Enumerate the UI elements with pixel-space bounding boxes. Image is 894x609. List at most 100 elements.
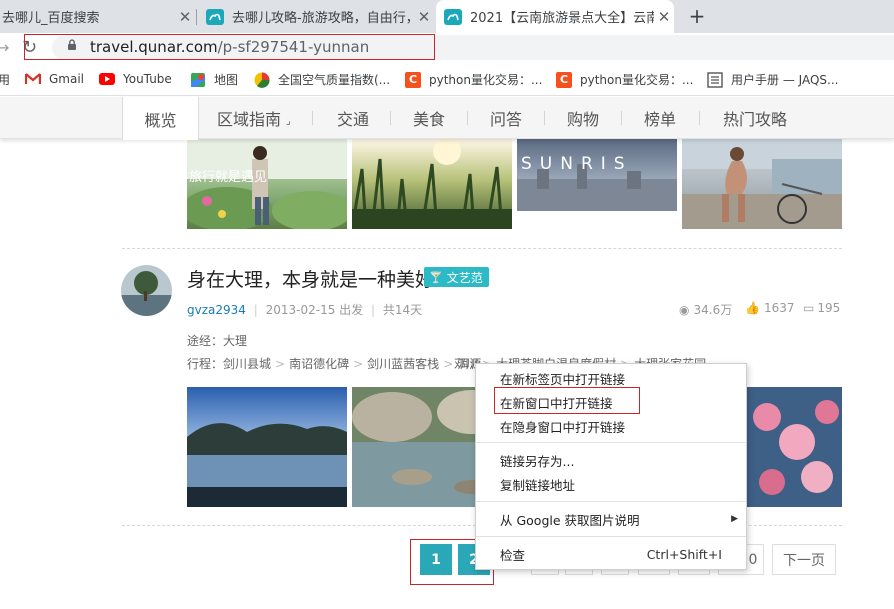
photo-garden-person: 旅行就是遇见 xyxy=(187,139,347,229)
post-divider xyxy=(122,248,842,249)
tab-title: 去哪儿_百度搜索 xyxy=(2,11,100,26)
doc-icon xyxy=(707,71,723,88)
thumbs-up-icon: 👍 xyxy=(745,301,760,315)
bookmark-label: python量化交易：... xyxy=(429,73,543,87)
menu-label: 在隐身窗口中打开链接 xyxy=(500,419,626,435)
tab-baidu-search[interactable]: 去哪儿_百度搜索 ✕ xyxy=(0,0,195,33)
close-icon[interactable]: ✕ xyxy=(414,8,434,26)
bookmark-gmail[interactable]: Gmail xyxy=(25,71,84,87)
menu-label: 检查 xyxy=(500,547,526,563)
bookmark-label: 全国空气质量指数(... xyxy=(278,73,391,87)
new-tab-button[interactable]: + xyxy=(684,2,710,30)
menu-highlight-box xyxy=(494,387,640,414)
post-duration: 共14天 xyxy=(382,303,423,317)
route-arrow-icon: > xyxy=(353,357,364,371)
page-number: 0 xyxy=(748,551,758,568)
menu-separator xyxy=(476,536,746,537)
comment-icon: ▭ xyxy=(803,301,815,315)
nav-label: 美食 xyxy=(413,110,446,129)
bookmark-apps[interactable]: 用 xyxy=(0,71,10,88)
via-value: 大理 xyxy=(223,334,248,348)
qunar-camel-icon xyxy=(444,8,462,25)
menu-item-google-image-description[interactable]: 从 Google 获取图片说明 ▶ xyxy=(476,507,746,531)
youtube-icon xyxy=(99,71,115,87)
nav-item-rankings[interactable]: 榜单 xyxy=(644,97,676,139)
tab-title: 2021【云南旅游景点大全】云南 xyxy=(470,11,654,26)
route-stop: 剑川蓝茜客栈 xyxy=(367,357,440,371)
qunar-camel-icon xyxy=(206,8,224,25)
post-date: 2013-02-15 出发 xyxy=(265,303,364,317)
maps-icon xyxy=(190,72,206,88)
forward-icon[interactable]: → xyxy=(0,38,9,57)
nav-separator xyxy=(544,111,545,125)
tab-yunnan-attractions[interactable]: 2021【云南旅游景点大全】云南 ✕ xyxy=(436,0,674,33)
eye-icon: ◉ xyxy=(679,302,690,317)
nav-item-overview[interactable]: 概览 xyxy=(122,97,199,140)
menu-separator xyxy=(476,501,746,502)
post-photo[interactable] xyxy=(747,387,842,507)
nav-item-shopping[interactable]: 购物 xyxy=(567,97,599,139)
nav-label: 购物 xyxy=(567,110,600,129)
avatar[interactable] xyxy=(121,265,172,316)
route-label: 行程： xyxy=(187,357,224,371)
nav-item-hot-guides[interactable]: 热门攻略 xyxy=(723,97,787,139)
route-arrow-icon: > xyxy=(443,357,454,371)
nav-separator xyxy=(390,111,391,125)
photo-cyclist-lake xyxy=(682,139,842,229)
bookmark-aqi[interactable]: 全国空气质量指数(... xyxy=(254,71,390,88)
nav-label: 榜单 xyxy=(644,110,677,129)
bookmark-python-1[interactable]: C python量化交易：... xyxy=(405,71,542,88)
bookmark-youtube[interactable]: YouTube xyxy=(99,71,172,87)
bookmark-label: 用户手册 — JAQS... xyxy=(731,73,839,87)
close-icon[interactable]: ✕ xyxy=(654,8,674,26)
tab-title: 去哪儿攻略-旅游攻略，自由行， xyxy=(232,11,414,26)
route-arrow-icon: > xyxy=(275,357,286,371)
tag-badge[interactable]: 🍸 文艺范 xyxy=(424,267,489,287)
c-icon: C xyxy=(405,71,421,88)
post-photo[interactable] xyxy=(187,387,347,507)
tab-qunar-guide[interactable]: 去哪儿攻略-旅游攻略，自由行， ✕ xyxy=(198,0,434,33)
nav-item-food[interactable]: 美食 xyxy=(413,97,445,139)
likes-stat[interactable]: 👍 1637 xyxy=(745,301,795,315)
bookmark-jaqs[interactable]: 用户手册 — JAQS... xyxy=(707,71,838,88)
menu-label: 链接另存为... xyxy=(500,453,575,469)
corner-arrow-icon: ⌟ xyxy=(286,115,291,127)
nav-item-region-guide[interactable]: 区域指南 ⌟ xyxy=(217,97,291,139)
nav-item-qa[interactable]: 问答 xyxy=(490,97,522,139)
url-highlight-box xyxy=(24,34,435,60)
views-count: 34.6万 xyxy=(693,303,733,317)
nav-separator xyxy=(699,111,700,125)
post-photo[interactable] xyxy=(352,139,512,229)
bookmark-label: python量化交易：... xyxy=(580,73,694,87)
bookmark-python-2[interactable]: C python量化交易：... xyxy=(556,71,693,88)
bookmark-label: YouTube xyxy=(123,72,172,86)
nav-label: 区域指南 xyxy=(217,110,282,129)
page-content: 概览 区域指南 ⌟ 交通 美食 问答 购物 榜单 热门攻略 旅行就是遇见 SUN… xyxy=(0,97,894,609)
menu-item-open-incognito[interactable]: 在隐身窗口中打开链接 xyxy=(476,414,746,438)
bookmark-label: 地图 xyxy=(214,73,239,87)
post-photo[interactable]: 旅行就是遇见 xyxy=(187,139,347,229)
nav-item-transport[interactable]: 交通 xyxy=(337,97,369,139)
nav-label: 概览 xyxy=(144,110,177,130)
menu-item-inspect[interactable]: 检查 Ctrl+Shift+I xyxy=(476,542,746,566)
photo-overlay-text: 旅行就是遇见 xyxy=(189,170,267,185)
menu-label: 复制链接地址 xyxy=(500,477,576,493)
tag-label: 文艺范 xyxy=(446,270,483,285)
menu-separator xyxy=(476,442,746,443)
next-page-button[interactable]: 下一页 xyxy=(772,544,836,575)
meta-separator: | xyxy=(253,303,258,317)
close-icon[interactable]: ✕ xyxy=(175,8,195,26)
menu-shortcut: Ctrl+Shift+I xyxy=(646,546,722,562)
route-stop: 剑川县城 xyxy=(223,357,272,371)
photo-overlay-text: SUNRIS xyxy=(521,154,633,174)
comments-count: 195 xyxy=(817,301,841,315)
menu-label: 在新标签页中打开链接 xyxy=(500,371,626,387)
post-title[interactable]: 身在大理，本身就是一种美好 xyxy=(187,265,434,292)
menu-item-copy-link-address[interactable]: 复制链接地址 xyxy=(476,472,746,496)
bookmark-maps[interactable]: 地图 xyxy=(190,71,238,88)
post-photo[interactable]: SUNRIS xyxy=(517,139,677,211)
author-link[interactable]: gvza2934 xyxy=(187,303,246,317)
post-photo[interactable] xyxy=(682,139,842,229)
menu-item-save-link-as[interactable]: 链接另存为... xyxy=(476,448,746,472)
comments-stat[interactable]: ▭ 195 xyxy=(803,301,840,315)
